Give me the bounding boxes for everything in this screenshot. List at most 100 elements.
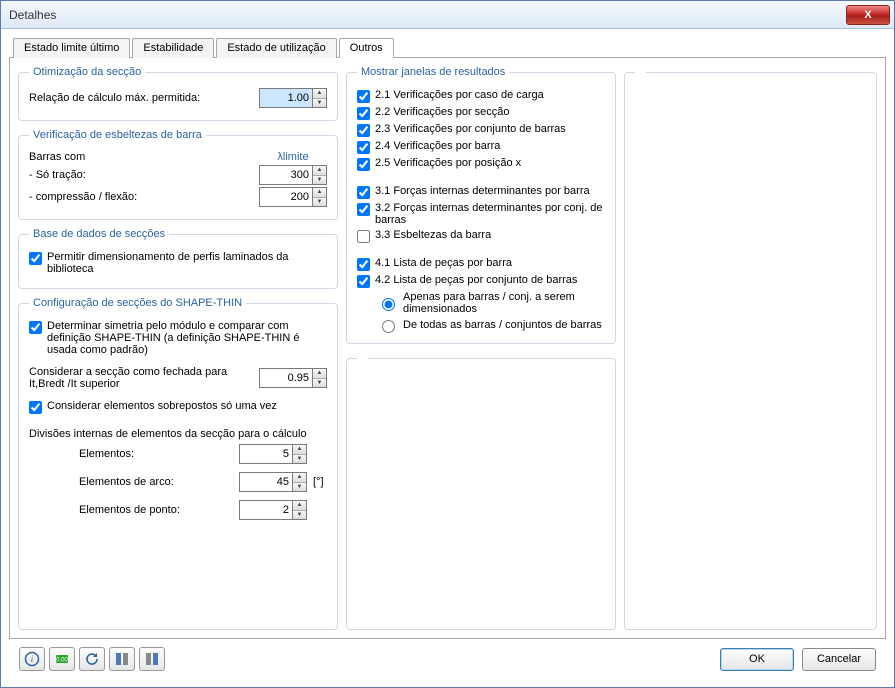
tabstrip: Estado limite último Estabilidade Estado…: [9, 37, 886, 58]
cancel-button[interactable]: Cancelar: [802, 648, 876, 671]
tension-input[interactable]: [259, 165, 313, 185]
symmetry-label: Determinar simetria pelo módulo e compar…: [47, 320, 327, 356]
chk-r24[interactable]: 2.4 Verificações por barra: [357, 140, 605, 154]
left-column: Otimização da secção Relação de cálculo …: [18, 66, 338, 630]
compression-label: - compressão / flexão:: [29, 191, 253, 203]
dialog-window: Detalhes X Estado limite último Estabili…: [0, 0, 895, 688]
tab-others[interactable]: Outros: [339, 38, 394, 58]
spin-up-icon[interactable]: ▲: [313, 188, 326, 198]
spin-down-icon[interactable]: ▼: [293, 511, 306, 520]
footer-actions: OK Cancelar: [720, 648, 876, 671]
spin-up-icon[interactable]: ▲: [293, 501, 306, 511]
chk-r41[interactable]: 4.1 Lista de peças por barra: [357, 257, 605, 271]
allow-rolled-input[interactable]: [29, 252, 42, 265]
refresh-icon: [84, 651, 100, 667]
tension-spinner[interactable]: ▲▼: [259, 165, 327, 185]
group-slenderness: Verificação de esbeltezas de barra Barra…: [18, 129, 338, 220]
group-database-legend: Base de dados de secções: [29, 228, 169, 240]
max-ratio-input[interactable]: [259, 88, 313, 108]
tab-uls[interactable]: Estado limite último: [13, 38, 130, 58]
group-shapethin-legend: Configuração de secções do SHAPE-THIN: [29, 297, 246, 309]
tab-body: Otimização da secção Relação de cálculo …: [9, 58, 886, 639]
chk-r31[interactable]: 3.1 Forças internas determinantes por ba…: [357, 185, 605, 199]
help-button[interactable]: i: [19, 647, 45, 671]
help-icon: i: [24, 651, 40, 667]
chk-r32[interactable]: 3.2 Forças internas determinantes por co…: [357, 202, 605, 226]
svg-text:0.00: 0.00: [56, 658, 68, 664]
allow-rolled-checkbox[interactable]: Permitir dimensionamento de perfis lamin…: [29, 251, 327, 275]
max-ratio-label: Relação de cálculo máx. permitida:: [29, 92, 253, 104]
allow-rolled-label: Permitir dimensionamento de perfis lamin…: [47, 251, 327, 275]
tab-stability[interactable]: Estabilidade: [132, 38, 214, 58]
spin-down-icon[interactable]: ▼: [293, 455, 306, 464]
spin-up-icon[interactable]: ▲: [293, 445, 306, 455]
closed-ratio-spinner[interactable]: ▲▼: [259, 368, 327, 388]
point-spinner[interactable]: ▲▼: [239, 500, 307, 520]
ok-button[interactable]: OK: [720, 648, 794, 671]
symmetry-checkbox[interactable]: Determinar simetria pelo módulo e compar…: [29, 320, 327, 356]
content-area: Estado limite último Estabilidade Estado…: [1, 29, 894, 687]
spin-down-icon[interactable]: ▼: [313, 99, 326, 108]
spin-down-icon[interactable]: ▼: [313, 379, 326, 388]
overlap-input[interactable]: [29, 401, 42, 414]
symmetry-input[interactable]: [29, 321, 42, 334]
group-results: Mostrar janelas de resultados 2.1 Verifi…: [346, 66, 616, 344]
close-icon: X: [864, 9, 871, 21]
preset1-button[interactable]: [109, 647, 135, 671]
spin-up-icon[interactable]: ▲: [313, 369, 326, 379]
chk-r21[interactable]: 2.1 Verificações por caso de carga: [357, 89, 605, 103]
compression-spinner[interactable]: ▲▼: [259, 187, 327, 207]
chk-r23[interactable]: 2.3 Verificações por conjunto de barras: [357, 123, 605, 137]
mid-column: Mostrar janelas de resultados 2.1 Verifi…: [346, 66, 616, 630]
divisions-header: Divisões internas de elementos da secção…: [29, 428, 327, 440]
group-mid-empty-legend: [357, 352, 368, 364]
window-title: Detalhes: [9, 8, 56, 22]
max-ratio-spinner[interactable]: ▲▼: [259, 88, 327, 108]
radio-only-designed[interactable]: Apenas para barras / conj. a serem dimen…: [377, 291, 605, 315]
tension-label: - Só tração:: [29, 169, 253, 181]
group-mid-empty: [346, 352, 616, 630]
group-right-empty: [624, 66, 877, 630]
spin-up-icon[interactable]: ▲: [293, 473, 306, 483]
group-right-empty-legend: [635, 66, 646, 78]
spin-down-icon[interactable]: ▼: [313, 176, 326, 185]
point-input[interactable]: [239, 500, 293, 520]
footer: i 0.00 OK Cancelar: [9, 639, 886, 679]
refresh-button[interactable]: [79, 647, 105, 671]
preset1-icon: [114, 651, 130, 667]
closed-ratio-input[interactable]: [259, 368, 313, 388]
spin-up-icon[interactable]: ▲: [313, 166, 326, 176]
overlap-checkbox[interactable]: Considerar elementos sobrepostos só uma …: [29, 400, 327, 414]
spin-down-icon[interactable]: ▼: [293, 483, 306, 492]
group-optimization-legend: Otimização da secção: [29, 66, 145, 78]
spin-up-icon[interactable]: ▲: [313, 89, 326, 99]
chk-r33[interactable]: 3.3 Esbeltezas da barra: [357, 229, 605, 243]
group-results-legend: Mostrar janelas de resultados: [357, 66, 509, 78]
preset2-icon: [144, 651, 160, 667]
closed-section-label: Considerar a secção como fechada para It…: [29, 366, 253, 390]
chk-r25[interactable]: 2.5 Verificações por posição x: [357, 157, 605, 171]
lambda-header: λlimite: [259, 151, 327, 163]
units-button[interactable]: 0.00: [49, 647, 75, 671]
footer-toolbar: i 0.00: [19, 647, 165, 671]
chk-r42[interactable]: 4.2 Lista de peças por conjunto de barra…: [357, 274, 605, 288]
arc-spinner[interactable]: ▲▼: [239, 472, 307, 492]
arc-input[interactable]: [239, 472, 293, 492]
right-column: [624, 66, 877, 630]
elements-spinner[interactable]: ▲▼: [239, 444, 307, 464]
radio-all-members[interactable]: De todas as barras / conjuntos de barras: [377, 317, 605, 333]
svg-text:i: i: [31, 654, 34, 664]
compression-input[interactable]: [259, 187, 313, 207]
group-slenderness-legend: Verificação de esbeltezas de barra: [29, 129, 206, 141]
units-icon: 0.00: [54, 651, 70, 667]
group-optimization: Otimização da secção Relação de cálculo …: [18, 66, 338, 121]
chk-r22[interactable]: 2.2 Verificações por secção: [357, 106, 605, 120]
overlap-label: Considerar elementos sobrepostos só uma …: [47, 400, 327, 412]
spin-down-icon[interactable]: ▼: [313, 198, 326, 207]
arc-label: Elementos de arco:: [79, 476, 233, 488]
tab-sls[interactable]: Estado de utilização: [216, 38, 336, 58]
close-button[interactable]: X: [846, 5, 890, 25]
elements-label: Elementos:: [79, 448, 233, 460]
preset2-button[interactable]: [139, 647, 165, 671]
elements-input[interactable]: [239, 444, 293, 464]
